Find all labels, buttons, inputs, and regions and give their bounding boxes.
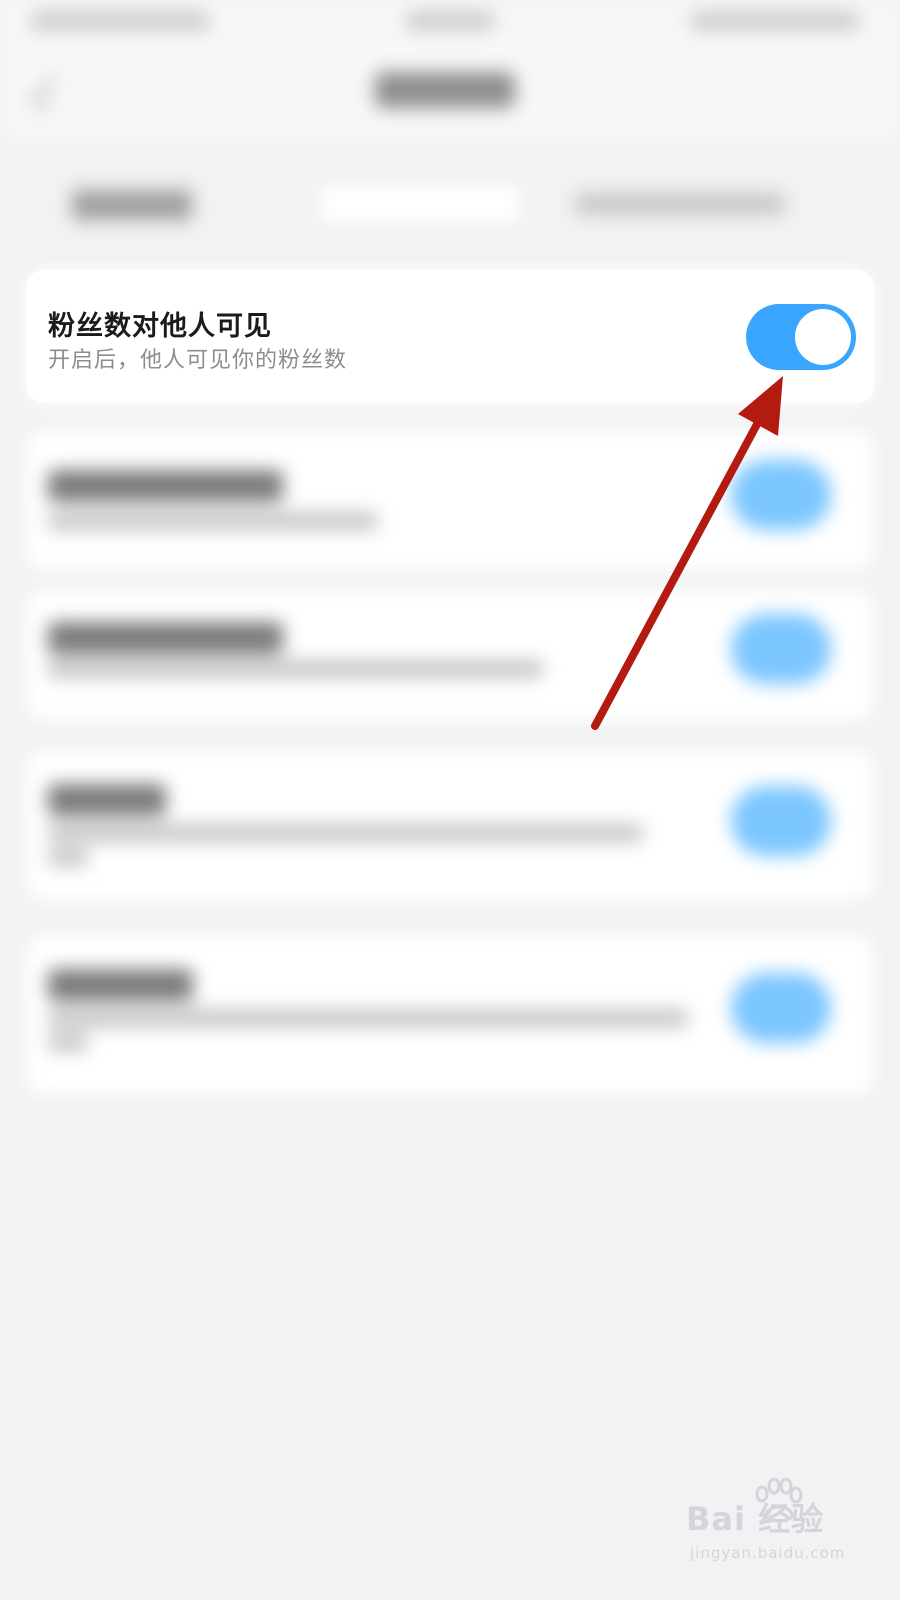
setting-desc-5b [48,1033,88,1051]
toggle-switch-5[interactable] [731,973,831,1043]
setting-desc-5 [48,1009,688,1027]
setting-desc-2 [48,512,378,530]
toggle-switch-4[interactable] [731,786,831,856]
setting-row-4 [26,750,874,900]
setting-row-3 [26,590,874,720]
status-time [405,12,495,30]
setting-title: 粉丝数对他人可见 [48,311,272,342]
header-row [0,160,900,250]
nav-bar [0,50,900,140]
toggle-switch-2[interactable] [731,460,831,530]
header-field [320,186,520,222]
watermark-logo: Bai 经验 [686,1500,825,1538]
fans-visibility-setting: 粉丝数对他人可见 开启后，他人可见你的粉丝数 [26,270,874,403]
watermark-url: jingyan.baidu.com [690,1544,846,1562]
setting-title-3 [48,622,283,654]
toggle-switch-3[interactable] [731,614,831,684]
setting-title-4 [48,784,166,816]
setting-description: 开启后，他人可见你的粉丝数 [48,348,348,373]
setting-row-2 [26,430,874,570]
toggle-knob[interactable] [795,309,851,365]
blurred-background [0,0,900,1600]
setting-title-5 [48,969,193,1001]
fans-visibility-toggle[interactable] [746,304,856,370]
header-label [72,190,192,220]
back-icon[interactable] [32,78,66,112]
status-bar [0,0,900,50]
setting-row-5 [26,935,874,1095]
status-carrier [30,12,210,30]
setting-desc-3 [48,660,543,678]
setting-desc-4 [48,824,643,842]
setting-title-2 [48,470,283,502]
header-value [575,194,785,214]
setting-desc-4b [48,848,88,866]
baidu-jingyan-watermark: Bai 经验 jingyan.baidu.com [686,1478,866,1578]
page-title [375,72,515,108]
status-icons [690,12,860,30]
